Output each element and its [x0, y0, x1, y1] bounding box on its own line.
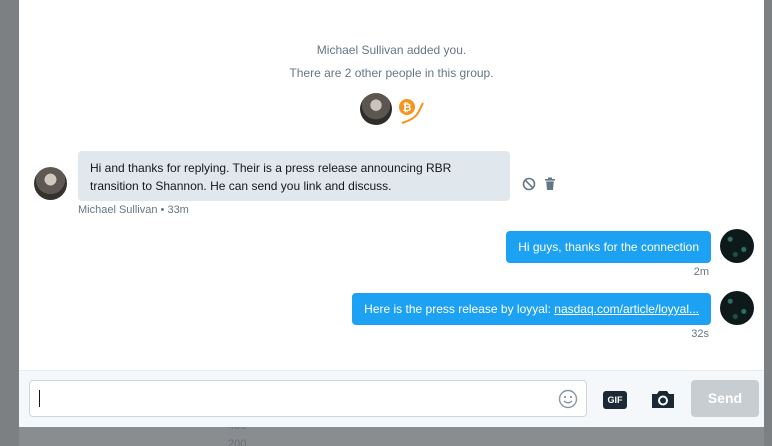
- incoming-message: Hi and thanks for replying. Their is a p…: [78, 151, 510, 201]
- message-text: Here is the press release by loyyal:: [364, 302, 555, 316]
- outgoing-message: Hi guys, thanks for the connection: [506, 231, 711, 263]
- background-right: [764, 0, 772, 446]
- emoji-icon[interactable]: [558, 389, 578, 409]
- system-message-added: Michael Sullivan added you.: [316, 43, 467, 57]
- camera-icon[interactable]: [650, 388, 676, 410]
- send-button[interactable]: Send: [691, 380, 759, 417]
- bitcoin-icon: ₿: [399, 99, 424, 124]
- message-meta[interactable]: Michael Sullivan • 33m: [78, 204, 189, 216]
- system-message-group-size: There are 2 other people in this group.: [289, 66, 494, 80]
- text-caret: [39, 390, 40, 407]
- avatar: [360, 93, 392, 125]
- gif-icon[interactable]: GIF: [603, 391, 627, 409]
- avatar[interactable]: [720, 229, 754, 263]
- message-timestamp: 2m: [693, 266, 709, 278]
- group-members[interactable]: ₿: [360, 93, 430, 127]
- avatar[interactable]: [720, 291, 754, 325]
- outgoing-message: Here is the press release by loyyal: nas…: [352, 293, 711, 325]
- conversation-panel: Michael Sullivan added you. There are 2 …: [19, 0, 764, 427]
- message-composer: GIF Send: [19, 370, 764, 427]
- background-left: [0, 0, 19, 446]
- message-input[interactable]: [29, 380, 587, 417]
- message-actions: [522, 177, 556, 191]
- background-text: 200: [228, 438, 247, 446]
- block-icon[interactable]: [522, 177, 536, 191]
- svg-text:₿: ₿: [403, 101, 412, 114]
- trash-icon[interactable]: [544, 177, 556, 191]
- press-release-link[interactable]: nasdaq.com/article/loyyal...: [554, 302, 699, 316]
- avatar[interactable]: [34, 167, 67, 200]
- message-timestamp: 32s: [691, 328, 709, 340]
